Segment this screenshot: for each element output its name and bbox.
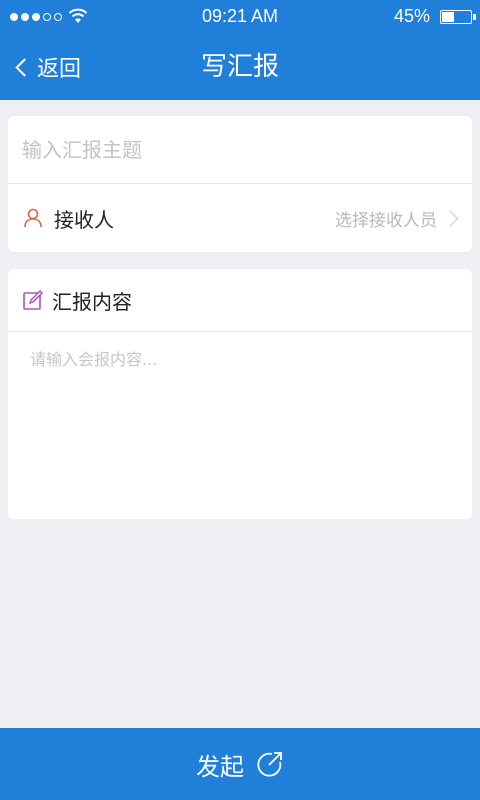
navigation-bar: 返回 写汇报: [0, 34, 480, 100]
edit-icon: [23, 290, 43, 310]
write-report-screen: 09:21 AM 45% 返回 写汇报 接收人 选择接收人员: [0, 0, 480, 800]
battery-icon: [440, 10, 476, 24]
page-title: 写汇报: [200, 52, 279, 82]
person-icon: [24, 208, 42, 228]
battery-fill: [442, 12, 454, 22]
battery-percent: 45%: [393, 6, 430, 26]
content-body: [8, 332, 472, 514]
subject-input[interactable]: [20, 136, 454, 163]
chevron-right-icon: [442, 210, 459, 226]
receiver-hint: 选择接收人员: [335, 210, 437, 231]
subject-receiver-card: 接收人 选择接收人员: [8, 116, 472, 252]
content-label: 汇报内容: [52, 289, 132, 314]
content-textarea[interactable]: [30, 346, 450, 496]
receiver-row[interactable]: 接收人 选择接收人员: [8, 184, 472, 252]
subject-row: [8, 116, 472, 184]
share-arrow-icon: [257, 752, 282, 777]
content-header: 汇报内容: [8, 269, 472, 332]
status-bar: 09:21 AM 45%: [0, 0, 480, 34]
submit-label: 发起: [196, 752, 244, 781]
receiver-label: 接收人: [54, 207, 114, 232]
content-card: 汇报内容: [8, 269, 472, 519]
submit-button[interactable]: 发起: [0, 728, 480, 800]
